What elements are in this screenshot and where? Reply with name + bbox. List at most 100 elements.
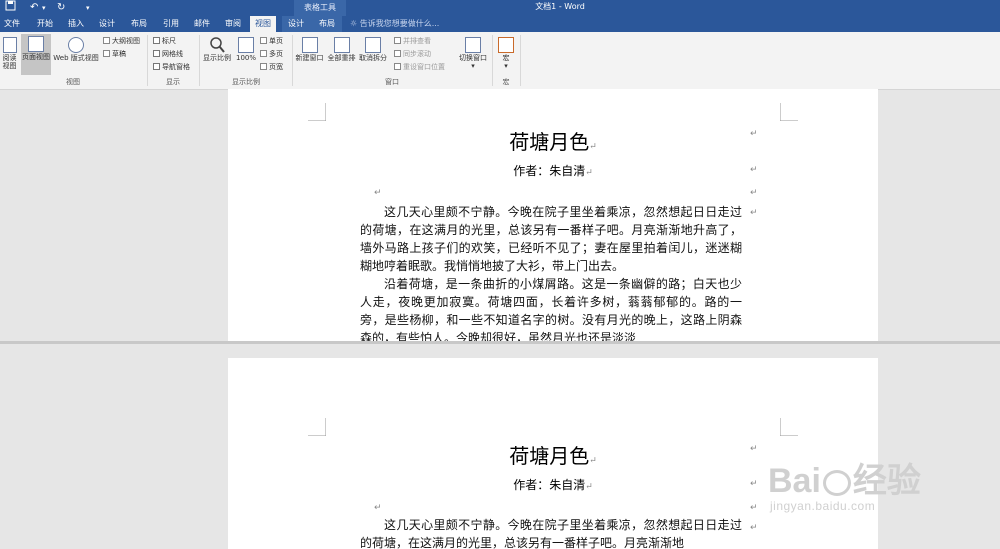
- print-layout-icon: [28, 36, 44, 52]
- paragraph-mark: ↵: [374, 503, 382, 513]
- one-page-icon: [260, 37, 267, 44]
- sync-scroll-label: 同步滚动: [403, 50, 431, 58]
- outline-label: 大纲视图: [112, 37, 140, 45]
- web-layout-icon: [68, 37, 84, 53]
- tab-table-design[interactable]: 设计: [283, 16, 309, 32]
- title-bar: ↶ ▾ ↻ ▾ 表格工具 文档1 - Word: [0, 0, 1000, 16]
- reset-position-icon: [394, 63, 401, 70]
- multi-page-button[interactable]: 多页: [260, 49, 283, 59]
- tab-references[interactable]: 引用: [158, 16, 184, 32]
- tab-view[interactable]: 视图: [250, 16, 276, 32]
- arrange-all-label: 全部重排: [327, 54, 356, 62]
- undo-dropdown-icon[interactable]: ▾: [42, 0, 46, 16]
- nav-pane-label: 导航窗格: [162, 63, 190, 71]
- undo-icon[interactable]: ↶: [30, 0, 38, 16]
- ruler-checkbox[interactable]: 标尺: [153, 36, 176, 46]
- dropdown-arrow-icon: ▾: [504, 62, 508, 70]
- zoom-group-label: 显示比例: [232, 78, 260, 86]
- web-layout-button[interactable]: Web 版式视图: [52, 35, 100, 75]
- tab-mailings[interactable]: 邮件: [189, 16, 215, 32]
- corner-mark-top-left: [308, 418, 326, 436]
- print-layout-label: 页面视图: [22, 53, 50, 61]
- switch-windows-label: 切换窗口: [459, 54, 487, 62]
- document-title-text: 荷塘月色: [509, 130, 590, 154]
- multi-page-label: 多页: [269, 50, 283, 58]
- corner-mark-top-right: [780, 418, 798, 436]
- document-title: 荷塘月色 ↵: [228, 128, 878, 161]
- zoom-100-icon: [238, 37, 254, 53]
- one-page-button[interactable]: 单页: [260, 36, 283, 46]
- zoom-label: 显示比例: [203, 54, 231, 62]
- macros-icon: [498, 37, 514, 53]
- customize-icon[interactable]: ▾: [86, 0, 90, 16]
- tab-review[interactable]: 审阅: [220, 16, 246, 32]
- save-icon[interactable]: [5, 0, 16, 16]
- tell-me-placeholder: 告诉我您想要做什么...: [359, 19, 440, 28]
- page-width-button[interactable]: 页宽: [260, 62, 283, 72]
- paragraph-mark: ↵: [585, 168, 593, 178]
- end-of-row-mark: ↵: [750, 503, 758, 513]
- one-page-label: 单页: [269, 37, 283, 45]
- nav-pane-checkbox[interactable]: 导航窗格: [153, 62, 190, 72]
- end-of-row-mark: ↵: [750, 165, 758, 175]
- gridlines-checkbox[interactable]: 网格线: [153, 49, 183, 59]
- end-of-row-mark: ↵: [750, 208, 758, 218]
- window-group-label: 窗口: [385, 78, 399, 86]
- print-layout-button[interactable]: 页面视图: [21, 34, 51, 75]
- gridlines-check: [153, 50, 160, 57]
- outline-button[interactable]: 大纲视图: [103, 36, 140, 46]
- show-group-label: 显示: [166, 78, 180, 86]
- read-mode-button[interactable]: 阅读视图: [0, 35, 19, 75]
- side-by-side-icon: [394, 37, 401, 44]
- macros-button[interactable]: 宏 ▾: [495, 35, 517, 75]
- split-button[interactable]: 取消拆分: [358, 35, 388, 75]
- page-width-label: 页宽: [269, 63, 283, 71]
- side-by-side-button[interactable]: 并排查看: [394, 36, 431, 46]
- corner-mark-top-right: [780, 103, 798, 121]
- tell-me-box[interactable]: ☼ 告诉我您想要做什么...: [350, 16, 439, 32]
- zoom-button[interactable]: 显示比例: [201, 35, 233, 75]
- new-window-button[interactable]: 新建窗口: [294, 35, 325, 75]
- context-tool-title: 表格工具: [294, 0, 346, 16]
- views-group-label: 视图: [66, 78, 80, 86]
- arrange-all-button[interactable]: 全部重排: [326, 35, 357, 75]
- switch-windows-button[interactable]: 切换窗口 ▾: [457, 35, 489, 75]
- draft-button[interactable]: 草稿: [103, 49, 126, 59]
- tab-file[interactable]: 文件: [0, 16, 24, 32]
- tab-table-layout[interactable]: 布局: [314, 16, 340, 32]
- web-layout-label: Web 版式视图: [53, 54, 99, 62]
- end-of-row-mark: ↵: [750, 129, 758, 139]
- paragraph-mark: ↵: [589, 456, 597, 466]
- document-author: 作者：朱自清↵: [228, 163, 878, 181]
- ruler-check: [153, 37, 160, 44]
- page-width-icon: [260, 63, 267, 70]
- paragraph-mark: ↵: [374, 188, 382, 198]
- document-page[interactable]: 荷塘月色↵ 作者：朱自清↵ ↵ ↵ ↵ ↵ ↵ 这几天心里颇不宁静。今晚在院子里…: [228, 89, 878, 341]
- redo-icon[interactable]: ↻: [57, 0, 65, 16]
- dropdown-arrow-icon: ▾: [471, 62, 475, 70]
- sync-scroll-icon: [394, 50, 401, 57]
- arrange-all-icon: [333, 37, 350, 53]
- baidu-jingyan-watermark: Bai 经验 jingyan.baidu.com: [768, 463, 921, 513]
- end-of-row-mark: ↵: [750, 188, 758, 198]
- tab-design[interactable]: 设计: [94, 16, 120, 32]
- tab-insert[interactable]: 插入: [63, 16, 89, 32]
- document-author-text: 作者：朱自清: [513, 478, 586, 492]
- ribbon-tabs: 文件 开始 插入 设计 布局 引用 邮件 审阅 视图 设计 布局 ☼ 告诉我您想…: [0, 16, 1000, 32]
- end-of-row-mark: ↵: [750, 444, 758, 454]
- tab-layout[interactable]: 布局: [126, 16, 152, 32]
- multi-page-icon: [260, 50, 267, 57]
- ruler-label: 标尺: [162, 37, 176, 45]
- zoom-100-button[interactable]: 100%: [235, 35, 257, 75]
- reset-position-button[interactable]: 重设窗口位置: [394, 62, 445, 72]
- read-mode-label: 阅读视图: [2, 54, 17, 70]
- sync-scroll-button[interactable]: 同步滚动: [394, 49, 431, 59]
- group-divider: [520, 35, 521, 86]
- end-of-row-mark: ↵: [750, 523, 758, 533]
- paragraph: 沿着荷塘，是一条曲折的小煤屑路。这是一条幽僻的路；白天也少人走，夜晚更加寂寞。荷…: [360, 277, 742, 341]
- magnifier-icon: [209, 36, 225, 54]
- tab-home[interactable]: 开始: [32, 16, 58, 32]
- end-of-row-mark: ↵: [750, 479, 758, 489]
- document-page[interactable]: 荷塘月色↵ 作者：朱自清↵ ↵ ↵ ↵ ↵ ↵ 这几天心里颇不宁静。今晚在院子里…: [228, 358, 878, 549]
- macros-label: 宏: [502, 54, 510, 62]
